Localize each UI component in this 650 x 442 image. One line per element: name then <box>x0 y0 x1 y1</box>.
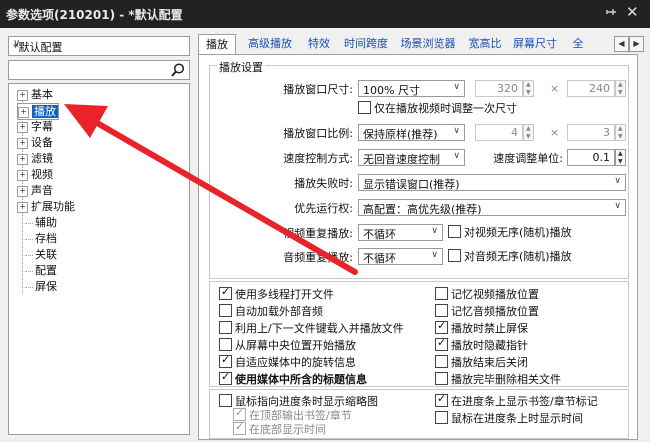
red-arrow-annotation <box>64 104 358 275</box>
